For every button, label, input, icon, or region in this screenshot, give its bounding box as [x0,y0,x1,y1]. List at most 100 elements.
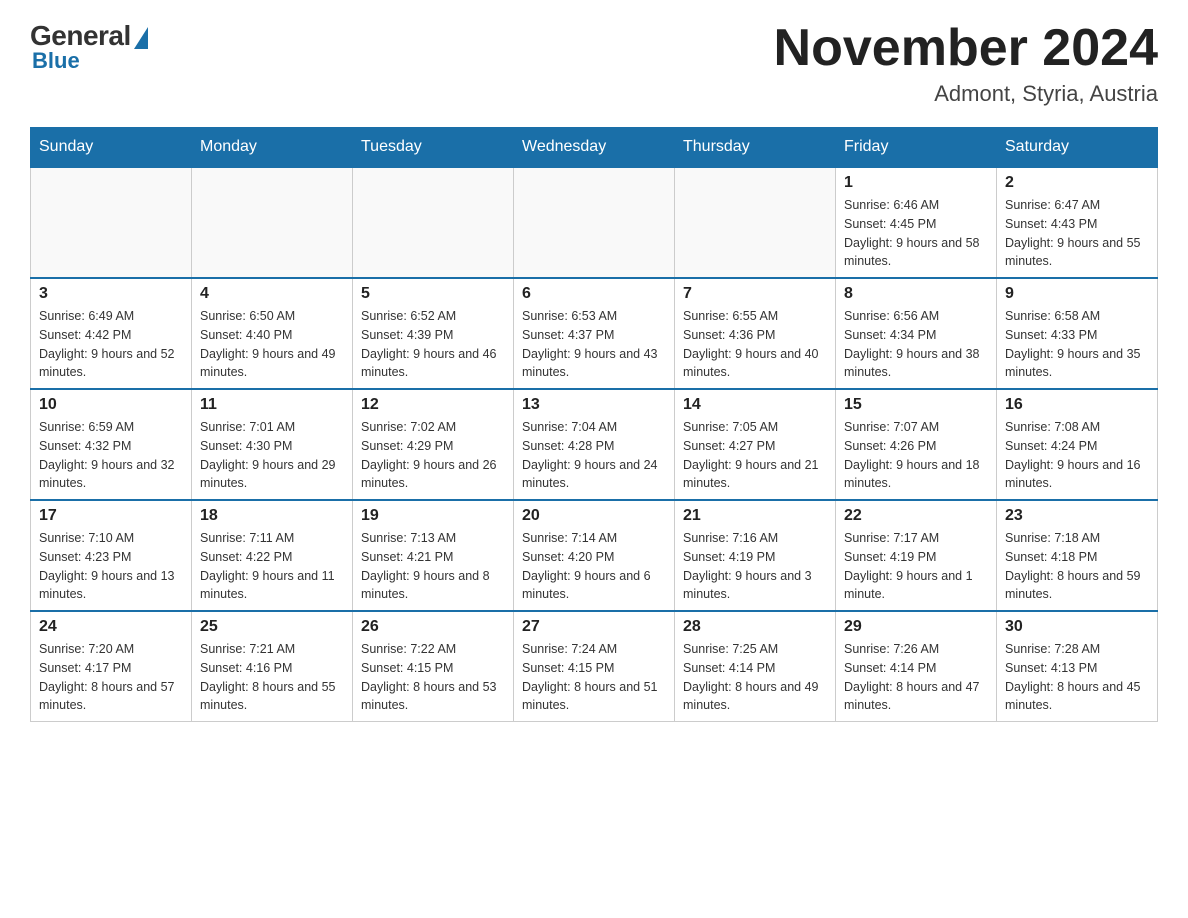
day-cell: 17Sunrise: 7:10 AMSunset: 4:23 PMDayligh… [31,500,192,611]
day-number: 3 [39,285,183,303]
day-cell [192,167,353,278]
day-number: 18 [200,507,344,525]
col-friday: Friday [836,128,997,168]
day-info: Sunrise: 7:22 AMSunset: 4:15 PMDaylight:… [361,640,505,715]
day-number: 28 [683,618,827,636]
day-cell: 14Sunrise: 7:05 AMSunset: 4:27 PMDayligh… [675,389,836,500]
day-number: 1 [844,174,988,192]
day-cell: 11Sunrise: 7:01 AMSunset: 4:30 PMDayligh… [192,389,353,500]
day-number: 13 [522,396,666,414]
day-number: 15 [844,396,988,414]
day-cell: 20 Sunrise: 7:14 AMSunset: 4:20 PMDayligh… [514,500,675,611]
day-info: Sunrise: 7:25 AMSunset: 4:14 PMDaylight:… [683,640,827,715]
day-info: Sunrise: 7:11 AMSunset: 4:22 PMDaylight:… [200,529,344,604]
day-cell: 24 Sunrise: 7:20 AMSunset: 4:17 PMDayligh… [31,611,192,722]
calendar-table: Sunday Monday Tuesday Wednesday Thursday… [30,127,1158,722]
day-cell: 7 Sunrise: 6:55 AMSunset: 4:36 PMDaylight… [675,278,836,389]
day-cell: 16 Sunrise: 7:08 AMSunset: 4:24 PMDayligh… [997,389,1158,500]
day-info: Sunrise: 6:56 AMSunset: 4:34 PMDaylight:… [844,307,988,382]
day-info: Sunrise: 7:16 AMSunset: 4:19 PMDaylight:… [683,529,827,604]
day-info: Sunrise: 6:50 AMSunset: 4:40 PMDaylight:… [200,307,344,382]
day-info: Sunrise: 7:18 AMSunset: 4:18 PMDaylight:… [1005,529,1149,604]
day-cell: 4Sunrise: 6:50 AMSunset: 4:40 PMDaylight… [192,278,353,389]
day-info: Sunrise: 7:04 AMSunset: 4:28 PMDaylight:… [522,418,666,493]
logo-triangle-icon [134,27,148,49]
day-cell: 15Sunrise: 7:07 AMSunset: 4:26 PMDayligh… [836,389,997,500]
day-number: 14 [683,396,827,414]
day-number: 26 [361,618,505,636]
location-subtitle: Admont, Styria, Austria [774,81,1158,107]
day-number: 19 [361,507,505,525]
day-cell [514,167,675,278]
week-row-5: 24 Sunrise: 7:20 AMSunset: 4:17 PMDayligh… [31,611,1158,722]
week-row-3: 10Sunrise: 6:59 AMSunset: 4:32 PMDayligh… [31,389,1158,500]
day-info: Sunrise: 6:52 AMSunset: 4:39 PMDaylight:… [361,307,505,382]
day-info: Sunrise: 7:21 AMSunset: 4:16 PMDaylight:… [200,640,344,715]
day-number: 5 [361,285,505,303]
day-number: 22 [844,507,988,525]
day-info: Sunrise: 7:02 AMSunset: 4:29 PMDaylight:… [361,418,505,493]
week-row-2: 3 Sunrise: 6:49 AMSunset: 4:42 PMDaylight… [31,278,1158,389]
day-info: Sunrise: 6:47 AMSunset: 4:43 PMDaylight:… [1005,196,1149,271]
day-info: Sunrise: 7:26 AMSunset: 4:14 PMDaylight:… [844,640,988,715]
day-info: Sunrise: 6:49 AMSunset: 4:42 PMDaylight:… [39,307,183,382]
day-cell: 21 Sunrise: 7:16 AMSunset: 4:19 PMDayligh… [675,500,836,611]
day-number: 11 [200,396,344,414]
day-cell: 26 Sunrise: 7:22 AMSunset: 4:15 PMDayligh… [353,611,514,722]
days-of-week-row: Sunday Monday Tuesday Wednesday Thursday… [31,128,1158,168]
day-info: Sunrise: 7:10 AMSunset: 4:23 PMDaylight:… [39,529,183,604]
day-info: Sunrise: 7:14 AMSunset: 4:20 PMDaylight:… [522,529,666,604]
day-cell: 1 Sunrise: 6:46 AMSunset: 4:45 PMDaylight… [836,167,997,278]
day-cell: 5 Sunrise: 6:52 AMSunset: 4:39 PMDaylight… [353,278,514,389]
day-cell: 10Sunrise: 6:59 AMSunset: 4:32 PMDayligh… [31,389,192,500]
day-cell: 6Sunrise: 6:53 AMSunset: 4:37 PMDaylight… [514,278,675,389]
col-saturday: Saturday [997,128,1158,168]
day-cell [353,167,514,278]
day-info: Sunrise: 7:08 AMSunset: 4:24 PMDaylight:… [1005,418,1149,493]
day-info: Sunrise: 6:58 AMSunset: 4:33 PMDaylight:… [1005,307,1149,382]
day-number: 24 [39,618,183,636]
day-number: 27 [522,618,666,636]
day-info: Sunrise: 7:24 AMSunset: 4:15 PMDaylight:… [522,640,666,715]
day-info: Sunrise: 7:28 AMSunset: 4:13 PMDaylight:… [1005,640,1149,715]
col-wednesday: Wednesday [514,128,675,168]
day-cell: 18 Sunrise: 7:11 AMSunset: 4:22 PMDayligh… [192,500,353,611]
day-cell: 29 Sunrise: 7:26 AMSunset: 4:14 PMDayligh… [836,611,997,722]
day-number: 7 [683,285,827,303]
day-number: 8 [844,285,988,303]
day-number: 10 [39,396,183,414]
day-number: 25 [200,618,344,636]
col-monday: Monday [192,128,353,168]
day-number: 30 [1005,618,1149,636]
day-cell: 13 Sunrise: 7:04 AMSunset: 4:28 PMDayligh… [514,389,675,500]
day-cell: 19 Sunrise: 7:13 AMSunset: 4:21 PMDayligh… [353,500,514,611]
day-number: 21 [683,507,827,525]
col-sunday: Sunday [31,128,192,168]
day-cell: 25 Sunrise: 7:21 AMSunset: 4:16 PMDayligh… [192,611,353,722]
day-cell: 28 Sunrise: 7:25 AMSunset: 4:14 PMDayligh… [675,611,836,722]
day-number: 12 [361,396,505,414]
day-cell: 2 Sunrise: 6:47 AMSunset: 4:43 PMDaylight… [997,167,1158,278]
day-info: Sunrise: 6:46 AMSunset: 4:45 PMDaylight:… [844,196,988,271]
day-cell: 30 Sunrise: 7:28 AMSunset: 4:13 PMDayligh… [997,611,1158,722]
day-info: Sunrise: 7:17 AMSunset: 4:19 PMDaylight:… [844,529,988,604]
logo-blue-text: Blue [32,48,80,74]
page-header: General Blue November 2024 Admont, Styri… [30,20,1158,107]
day-number: 9 [1005,285,1149,303]
week-row-4: 17Sunrise: 7:10 AMSunset: 4:23 PMDayligh… [31,500,1158,611]
day-number: 29 [844,618,988,636]
day-cell: 9 Sunrise: 6:58 AMSunset: 4:33 PMDaylight… [997,278,1158,389]
day-info: Sunrise: 7:20 AMSunset: 4:17 PMDaylight:… [39,640,183,715]
day-cell [675,167,836,278]
day-info: Sunrise: 6:55 AMSunset: 4:36 PMDaylight:… [683,307,827,382]
day-number: 16 [1005,396,1149,414]
day-cell: 12 Sunrise: 7:02 AMSunset: 4:29 PMDayligh… [353,389,514,500]
day-number: 2 [1005,174,1149,192]
day-info: Sunrise: 7:13 AMSunset: 4:21 PMDaylight:… [361,529,505,604]
day-cell: 27 Sunrise: 7:24 AMSunset: 4:15 PMDayligh… [514,611,675,722]
day-cell: 3 Sunrise: 6:49 AMSunset: 4:42 PMDaylight… [31,278,192,389]
day-number: 20 [522,507,666,525]
day-cell: 23 Sunrise: 7:18 AMSunset: 4:18 PMDayligh… [997,500,1158,611]
day-number: 23 [1005,507,1149,525]
col-thursday: Thursday [675,128,836,168]
